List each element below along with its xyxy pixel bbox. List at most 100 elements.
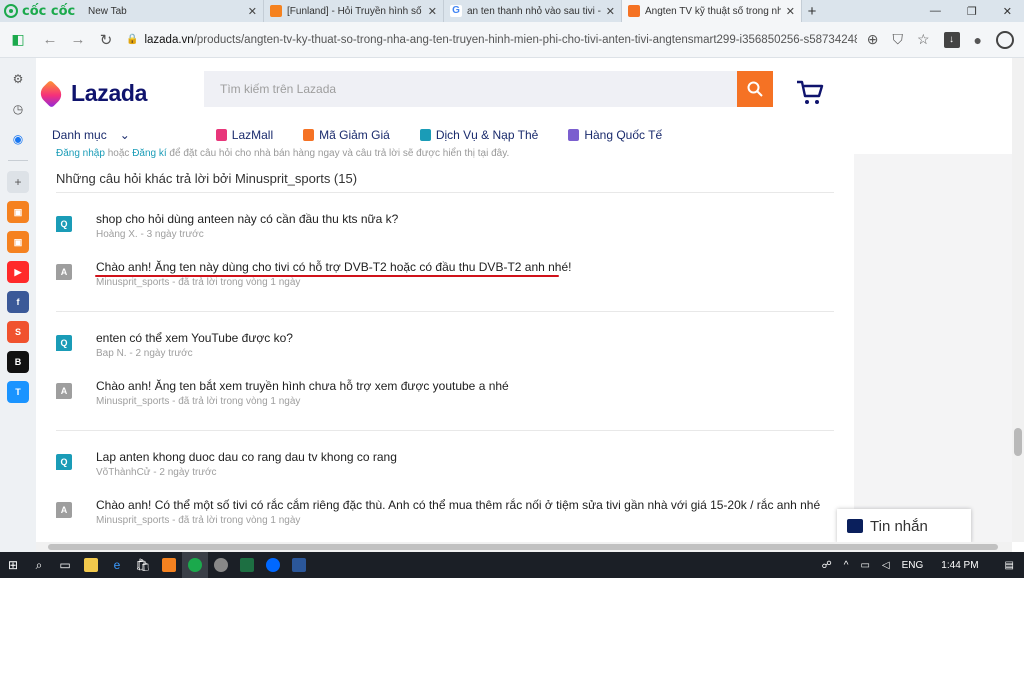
network-icon[interactable]: ▭ — [860, 560, 869, 571]
answer-row: A Chào anh! Ăng ten bắt xem truyền hình … — [56, 379, 834, 427]
login-link[interactable]: Đăng nhập — [56, 148, 105, 159]
close-tab-icon[interactable]: ✕ — [786, 5, 795, 18]
nav-label: LazMall — [231, 128, 274, 142]
coccoc-taskbar-icon[interactable] — [182, 552, 208, 578]
volume-icon[interactable]: ◁ — [882, 560, 890, 571]
categories-dropdown[interactable]: Danh mục ⌄ — [52, 128, 130, 142]
answer-meta: Minusprit_sports - đã trả lời trong vòng… — [96, 396, 301, 407]
facebook-icon[interactable]: f — [7, 291, 29, 313]
word-icon[interactable] — [286, 552, 312, 578]
shopee-icon[interactable]: S — [7, 321, 29, 343]
profile-icon[interactable]: ● — [974, 32, 982, 48]
cart-button[interactable] — [796, 80, 824, 111]
youtube-icon[interactable]: ▶ — [7, 261, 29, 283]
edge-icon[interactable]: e — [104, 552, 130, 578]
scroll-thumb[interactable] — [1014, 428, 1022, 456]
zalo-icon[interactable] — [260, 552, 286, 578]
tab-new-tab[interactable]: New Tab ✕ — [82, 0, 264, 22]
question-row: Q enten có thể xem YouTube được ko? Bap … — [56, 331, 834, 379]
reload-icon[interactable]: ↻ — [92, 31, 120, 49]
funland-favicon-icon — [270, 5, 282, 17]
clock[interactable]: 1:44 PM — [941, 560, 978, 571]
back-icon[interactable]: ← — [36, 31, 64, 48]
tab-funland[interactable]: [Funland] - Hỏi Truyền hình số mặ ✕ — [264, 0, 444, 22]
scroll-thumb[interactable] — [48, 544, 998, 550]
nav-lazmall[interactable]: LazMall — [215, 128, 274, 142]
vertical-scrollbar[interactable] — [1012, 58, 1024, 542]
browser-brand[interactable]: cốc cốc — [0, 0, 82, 22]
system-tray: ☍ ^ ▭ ◁ ENG 1:44 PM ▤ — [822, 560, 1024, 571]
search-input[interactable] — [204, 71, 704, 107]
coccoc-logo-icon — [4, 4, 18, 18]
tab-google-search[interactable]: G an ten thanh nhỏ vào sau tivi - Tìm ✕ — [444, 0, 622, 22]
search-box — [204, 71, 773, 107]
tab-label: Ăngten TV kỹ thuật số trong nhà - — [645, 5, 781, 17]
circle-menu-icon[interactable] — [996, 30, 1014, 49]
categories-label: Danh mục — [52, 128, 107, 142]
black-friday-icon[interactable]: B — [7, 351, 29, 373]
add-app-icon[interactable]: + — [7, 171, 29, 193]
history-icon[interactable]: ◷ — [7, 98, 29, 120]
question-meta: VõThànhCử - 2 ngày trước — [96, 467, 217, 478]
lazada-logo[interactable]: Lazada — [36, 79, 147, 108]
download-icon[interactable]: ↓ — [943, 31, 960, 48]
login-mid-text: hoặc — [104, 148, 133, 159]
answer-row: A Chào anh! Ăng ten này dùng cho tivi có… — [56, 260, 834, 308]
media-player-icon[interactable] — [156, 552, 182, 578]
settings-gear-icon[interactable]: ⚙ — [7, 68, 29, 90]
answer-text: Chào anh! Có thể một số tivi có rắc cắm … — [96, 498, 821, 512]
task-view-icon[interactable]: ▭ — [52, 552, 78, 578]
tab-label: [Funland] - Hỏi Truyền hình số mặ — [287, 5, 423, 17]
register-link[interactable]: Đăng kí — [132, 148, 166, 159]
people-icon[interactable]: ☍ — [822, 560, 832, 571]
nav-vouchers[interactable]: Mã Giảm Giá — [303, 128, 390, 142]
funland-app-icon[interactable]: ▣ — [7, 201, 29, 223]
zoom-icon[interactable]: ⊕ — [867, 31, 879, 48]
chat-button[interactable]: Tin nhắn — [837, 509, 971, 543]
close-tab-icon[interactable]: ✕ — [606, 5, 615, 18]
app-icon[interactable] — [208, 552, 234, 578]
minimize-icon[interactable]: — — [930, 5, 941, 17]
sidebar-toggle-icon[interactable]: ◧ — [0, 31, 36, 48]
new-tab-button[interactable]: + — [802, 0, 822, 22]
language-indicator[interactable]: ENG — [902, 560, 924, 571]
messenger-icon[interactable]: ◉ — [7, 128, 29, 150]
shield-icon[interactable]: ⛉ — [892, 31, 903, 48]
forward-icon[interactable]: → — [64, 31, 92, 48]
bookmark-star-icon[interactable]: ☆ — [917, 31, 930, 48]
restore-icon[interactable]: ❐ — [967, 5, 977, 18]
tab-label: New Tab — [88, 5, 127, 17]
answer-text: Chào anh! Ăng ten này dùng cho tivi có h… — [96, 260, 572, 274]
cart-icon — [797, 80, 824, 104]
question-text: enten có thể xem YouTube được ko? — [96, 331, 293, 345]
search-icon — [747, 81, 763, 97]
funland-app-icon-2[interactable]: ▣ — [7, 231, 29, 253]
browser-brand-label: cốc cốc — [22, 3, 76, 19]
horizontal-scrollbar[interactable] — [36, 542, 1012, 552]
answer-meta: Minusprit_sports - đã trả lời trong vòng… — [96, 515, 301, 526]
chat-bubble-icon — [847, 519, 863, 533]
voucher-icon — [303, 129, 315, 141]
question-badge-icon: Q — [56, 454, 72, 470]
nav-topup[interactable]: Dịch Vụ & Nạp Thẻ — [419, 128, 538, 142]
url-field[interactable]: 🔒 lazada.vn/products/angten-tv-ky-thuat-… — [120, 27, 857, 53]
tiki-icon[interactable]: T — [7, 381, 29, 403]
search-icon[interactable]: ⌕ — [26, 552, 52, 578]
question-meta: Hoàng X. - 3 ngày trước — [96, 229, 204, 240]
chevron-up-icon[interactable]: ^ — [844, 560, 849, 571]
file-explorer-icon[interactable] — [78, 552, 104, 578]
store-icon[interactable]: 🛍 — [130, 552, 156, 578]
search-button[interactable] — [737, 71, 773, 107]
answer-badge-icon: A — [56, 383, 72, 399]
windows-start-icon[interactable]: ⊞ — [0, 552, 26, 578]
close-tab-icon[interactable]: ✕ — [248, 5, 257, 18]
nav-global[interactable]: Hàng Quốc Tế — [568, 128, 662, 142]
close-window-icon[interactable]: ✕ — [1003, 5, 1012, 18]
excel-icon[interactable] — [234, 552, 260, 578]
question-text: shop cho hỏi dùng anteen này có cần đầu … — [96, 212, 399, 226]
address-bar-row: ◧ ← → ↻ 🔒 lazada.vn/products/angten-tv-k… — [0, 22, 1024, 58]
notification-icon[interactable]: ▤ — [1005, 560, 1014, 571]
tab-lazada-active[interactable]: Ăngten TV kỹ thuật số trong nhà - ✕ — [622, 0, 802, 22]
chevron-down-icon: ⌄ — [119, 128, 130, 142]
close-tab-icon[interactable]: ✕ — [428, 5, 437, 18]
